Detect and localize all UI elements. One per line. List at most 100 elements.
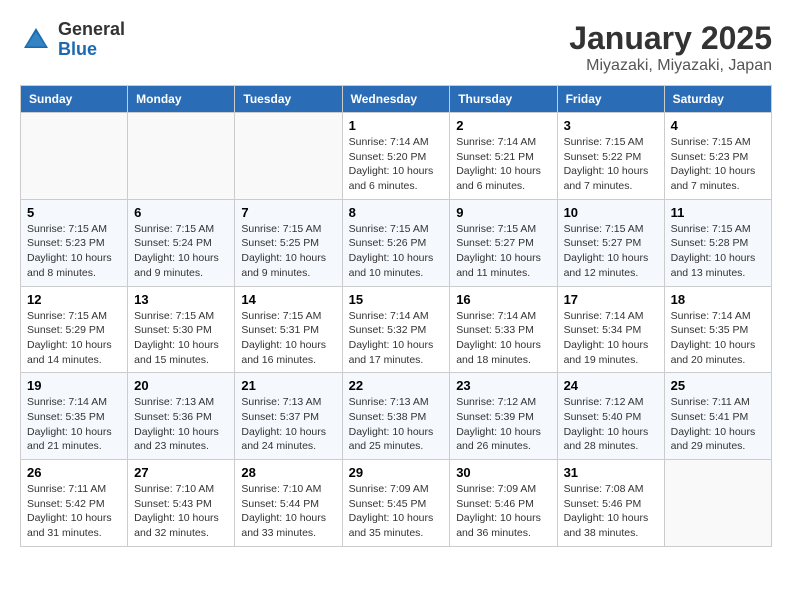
day-number: 13 [134, 292, 228, 307]
day-info: Sunrise: 7:15 AM Sunset: 5:31 PM Dayligh… [241, 309, 335, 368]
column-header-wednesday: Wednesday [342, 86, 450, 113]
day-number: 2 [456, 118, 550, 133]
calendar-cell: 13Sunrise: 7:15 AM Sunset: 5:30 PM Dayli… [128, 286, 235, 373]
day-info: Sunrise: 7:08 AM Sunset: 5:46 PM Dayligh… [564, 482, 658, 541]
calendar-cell: 23 Sunrise: 7:12 AM Sunset: 5:39 PM Dayli… [450, 373, 557, 460]
day-number: 19 [27, 378, 121, 393]
calendar-table: SundayMondayTuesdayWednesdayThursdayFrid… [20, 85, 772, 547]
page-header: General Blue January 2025 Miyazaki, Miya… [20, 20, 772, 75]
calendar-week-row: 1Sunrise: 7:14 AM Sunset: 5:20 PM Daylig… [21, 113, 772, 200]
calendar-cell: 25 Sunrise: 7:11 AM Sunset: 5:41 PM Dayli… [664, 373, 771, 460]
day-number: 10 [564, 205, 658, 220]
day-number: 27 [134, 465, 228, 480]
day-info: Sunrise: 7:10 AM Sunset: 5:44 PM Dayligh… [241, 482, 335, 541]
calendar-cell: 17 Sunrise: 7:14 AM Sunset: 5:34 PM Dayli… [557, 286, 664, 373]
column-header-thursday: Thursday [450, 86, 557, 113]
column-header-sunday: Sunday [21, 86, 128, 113]
month-year-title: January 2025 [569, 20, 772, 57]
day-info: Sunrise: 7:11 AM Sunset: 5:41 PM Dayligh… [671, 395, 765, 454]
calendar-cell: 28 Sunrise: 7:10 AM Sunset: 5:44 PM Dayli… [235, 460, 342, 547]
calendar-cell: 9 Sunrise: 7:15 AM Sunset: 5:27 PM Daylig… [450, 199, 557, 286]
logo: General Blue [20, 20, 125, 60]
logo-general-text: General [58, 19, 125, 39]
day-number: 24 [564, 378, 658, 393]
day-info: Sunrise: 7:14 AM Sunset: 5:35 PM Dayligh… [27, 395, 121, 454]
calendar-cell: 27 Sunrise: 7:10 AM Sunset: 5:43 PM Dayli… [128, 460, 235, 547]
day-number: 9 [456, 205, 550, 220]
day-info: Sunrise: 7:09 AM Sunset: 5:45 PM Dayligh… [349, 482, 444, 541]
column-header-tuesday: Tuesday [235, 86, 342, 113]
day-number: 16 [456, 292, 550, 307]
day-info: Sunrise: 7:15 AM Sunset: 5:26 PM Dayligh… [349, 222, 444, 281]
calendar-week-row: 12 Sunrise: 7:15 AM Sunset: 5:29 PM Dayli… [21, 286, 772, 373]
calendar-cell: 7Sunrise: 7:15 AM Sunset: 5:25 PM Daylig… [235, 199, 342, 286]
logo-icon [20, 24, 52, 56]
calendar-cell: 20 Sunrise: 7:13 AM Sunset: 5:36 PM Dayli… [128, 373, 235, 460]
day-info: Sunrise: 7:13 AM Sunset: 5:37 PM Dayligh… [241, 395, 335, 454]
day-info: Sunrise: 7:15 AM Sunset: 5:27 PM Dayligh… [564, 222, 658, 281]
title-block: January 2025 Miyazaki, Miyazaki, Japan [569, 20, 772, 75]
day-info: Sunrise: 7:15 AM Sunset: 5:23 PM Dayligh… [27, 222, 121, 281]
column-header-friday: Friday [557, 86, 664, 113]
day-number: 20 [134, 378, 228, 393]
calendar-cell: 18 Sunrise: 7:14 AM Sunset: 5:35 PM Dayli… [664, 286, 771, 373]
logo-blue-text: Blue [58, 39, 97, 59]
column-header-saturday: Saturday [664, 86, 771, 113]
calendar-cell [664, 460, 771, 547]
day-number: 7 [241, 205, 335, 220]
calendar-week-row: 26 Sunrise: 7:11 AM Sunset: 5:42 PM Dayli… [21, 460, 772, 547]
day-info: Sunrise: 7:10 AM Sunset: 5:43 PM Dayligh… [134, 482, 228, 541]
day-number: 26 [27, 465, 121, 480]
day-info: Sunrise: 7:12 AM Sunset: 5:40 PM Dayligh… [564, 395, 658, 454]
day-info: Sunrise: 7:14 AM Sunset: 5:34 PM Dayligh… [564, 309, 658, 368]
day-number: 31 [564, 465, 658, 480]
day-number: 12 [27, 292, 121, 307]
day-info: Sunrise: 7:09 AM Sunset: 5:46 PM Dayligh… [456, 482, 550, 541]
calendar-header-row: SundayMondayTuesdayWednesdayThursdayFrid… [21, 86, 772, 113]
day-number: 29 [349, 465, 444, 480]
calendar-cell: 31 Sunrise: 7:08 AM Sunset: 5:46 PM Dayli… [557, 460, 664, 547]
calendar-cell: 3Sunrise: 7:15 AM Sunset: 5:22 PM Daylig… [557, 113, 664, 200]
day-number: 25 [671, 378, 765, 393]
day-info: Sunrise: 7:15 AM Sunset: 5:28 PM Dayligh… [671, 222, 765, 281]
calendar-cell [128, 113, 235, 200]
calendar-cell [21, 113, 128, 200]
location-subtitle: Miyazaki, Miyazaki, Japan [569, 57, 772, 75]
calendar-week-row: 5Sunrise: 7:15 AM Sunset: 5:23 PM Daylig… [21, 199, 772, 286]
day-number: 15 [349, 292, 444, 307]
day-number: 18 [671, 292, 765, 307]
calendar-cell: 29 Sunrise: 7:09 AM Sunset: 5:45 PM Dayli… [342, 460, 450, 547]
day-number: 8 [349, 205, 444, 220]
day-number: 21 [241, 378, 335, 393]
calendar-cell: 11 Sunrise: 7:15 AM Sunset: 5:28 PM Dayli… [664, 199, 771, 286]
day-info: Sunrise: 7:14 AM Sunset: 5:35 PM Dayligh… [671, 309, 765, 368]
calendar-cell: 2 Sunrise: 7:14 AM Sunset: 5:21 PM Daylig… [450, 113, 557, 200]
day-info: Sunrise: 7:14 AM Sunset: 5:21 PM Dayligh… [456, 135, 550, 194]
day-number: 3 [564, 118, 658, 133]
calendar-cell: 8 Sunrise: 7:15 AM Sunset: 5:26 PM Daylig… [342, 199, 450, 286]
calendar-cell: 24 Sunrise: 7:12 AM Sunset: 5:40 PM Dayli… [557, 373, 664, 460]
column-header-monday: Monday [128, 86, 235, 113]
calendar-cell: 22Sunrise: 7:13 AM Sunset: 5:38 PM Dayli… [342, 373, 450, 460]
calendar-cell: 14Sunrise: 7:15 AM Sunset: 5:31 PM Dayli… [235, 286, 342, 373]
day-info: Sunrise: 7:15 AM Sunset: 5:27 PM Dayligh… [456, 222, 550, 281]
calendar-cell: 26 Sunrise: 7:11 AM Sunset: 5:42 PM Dayli… [21, 460, 128, 547]
day-info: Sunrise: 7:13 AM Sunset: 5:36 PM Dayligh… [134, 395, 228, 454]
day-info: Sunrise: 7:12 AM Sunset: 5:39 PM Dayligh… [456, 395, 550, 454]
day-number: 17 [564, 292, 658, 307]
calendar-cell: 4Sunrise: 7:15 AM Sunset: 5:23 PM Daylig… [664, 113, 771, 200]
day-number: 30 [456, 465, 550, 480]
day-number: 23 [456, 378, 550, 393]
day-info: Sunrise: 7:14 AM Sunset: 5:32 PM Dayligh… [349, 309, 444, 368]
day-info: Sunrise: 7:13 AM Sunset: 5:38 PM Dayligh… [349, 395, 444, 454]
day-info: Sunrise: 7:11 AM Sunset: 5:42 PM Dayligh… [27, 482, 121, 541]
day-number: 28 [241, 465, 335, 480]
day-info: Sunrise: 7:14 AM Sunset: 5:33 PM Dayligh… [456, 309, 550, 368]
calendar-cell: 6Sunrise: 7:15 AM Sunset: 5:24 PM Daylig… [128, 199, 235, 286]
calendar-cell [235, 113, 342, 200]
day-number: 11 [671, 205, 765, 220]
day-number: 4 [671, 118, 765, 133]
day-info: Sunrise: 7:15 AM Sunset: 5:29 PM Dayligh… [27, 309, 121, 368]
calendar-cell: 16 Sunrise: 7:14 AM Sunset: 5:33 PM Dayli… [450, 286, 557, 373]
calendar-cell: 5Sunrise: 7:15 AM Sunset: 5:23 PM Daylig… [21, 199, 128, 286]
